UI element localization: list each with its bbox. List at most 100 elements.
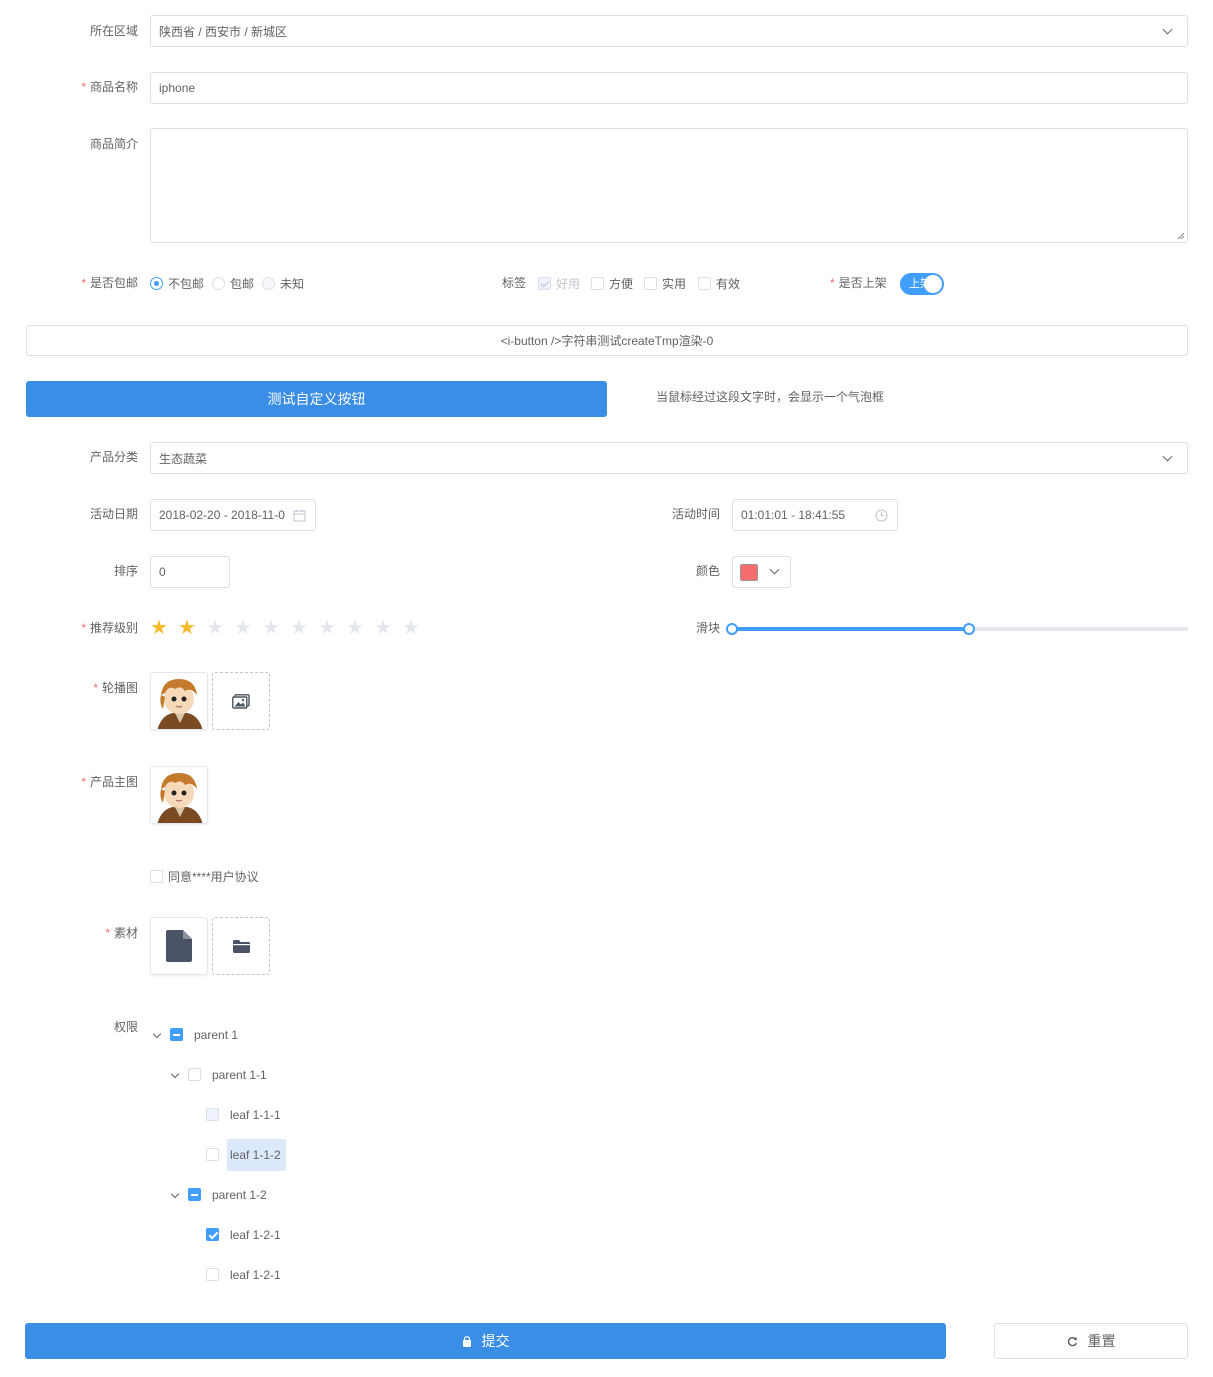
reset-button[interactable]: 重置 bbox=[994, 1323, 1188, 1359]
slider-bar bbox=[732, 627, 970, 631]
tree-expand-icon[interactable] bbox=[170, 1189, 180, 1199]
carousel-label: * 轮播图 bbox=[93, 681, 138, 695]
material-upload-button[interactable] bbox=[212, 917, 270, 975]
chevron-down-icon bbox=[1162, 451, 1173, 462]
tree-checkbox-leaf-1-2-1[interactable] bbox=[206, 1228, 219, 1241]
radio-unknown[interactable] bbox=[262, 277, 275, 290]
rating-label: * 推荐级别 bbox=[81, 621, 138, 635]
rating-star-icon[interactable]: ★ bbox=[150, 618, 168, 638]
category-value: 生态蔬菜 bbox=[159, 451, 208, 466]
resize-handle-icon[interactable] bbox=[1177, 232, 1185, 240]
radio-label: 包邮 bbox=[230, 277, 255, 291]
refresh-icon bbox=[1067, 1336, 1077, 1346]
clock-icon bbox=[875, 509, 888, 522]
main-image-label: * 产品主图 bbox=[81, 775, 138, 789]
render-test-text: <i-button />字符串测试createTmp渲染-0 bbox=[500, 334, 714, 348]
reset-label: 重置 bbox=[1087, 1333, 1116, 1349]
product-name-label: * 商品名称 bbox=[81, 80, 138, 94]
checkbox-label: 方便 bbox=[609, 277, 634, 291]
radio-free-shipping[interactable] bbox=[212, 277, 225, 290]
lock-icon bbox=[462, 1335, 471, 1347]
activity-date-picker[interactable]: 2018-02-20 - 2018-11-0 bbox=[150, 499, 316, 531]
submit-button[interactable]: 提交 bbox=[25, 1323, 946, 1359]
tree-checkbox-leaf-1-2-1-b[interactable] bbox=[206, 1268, 219, 1281]
tree-node-parent-1-2[interactable]: parent 1-2 bbox=[212, 1187, 267, 1203]
switch-knob bbox=[924, 275, 942, 293]
rating-star-icon[interactable]: ★ bbox=[346, 618, 364, 638]
avatar-image bbox=[151, 673, 207, 729]
on-shelf-switch[interactable]: 上架 bbox=[900, 273, 944, 295]
render-test-box: <i-button />字符串测试createTmp渲染-0 bbox=[26, 325, 1188, 356]
slider-track[interactable] bbox=[726, 623, 1188, 635]
checkbox-tag-good[interactable] bbox=[538, 277, 551, 290]
chevron-down-icon bbox=[769, 564, 780, 575]
sort-label: 排序 bbox=[113, 564, 138, 578]
product-desc-textarea[interactable] bbox=[150, 128, 1188, 243]
tree-expand-icon[interactable] bbox=[170, 1069, 180, 1079]
checkbox-tag-convenient[interactable] bbox=[591, 277, 604, 290]
rating-star-icon[interactable]: ★ bbox=[234, 618, 252, 638]
category-select[interactable]: 生态蔬菜 bbox=[150, 442, 1188, 474]
tags-label: 标签 bbox=[502, 276, 527, 290]
sort-value: 0 bbox=[159, 565, 166, 579]
image-icon bbox=[232, 693, 250, 709]
tree-node-parent-1[interactable]: parent 1 bbox=[194, 1027, 238, 1043]
slider-label: 滑块 bbox=[696, 621, 721, 635]
region-label: 所在区域 bbox=[89, 24, 138, 38]
tree-node-leaf-1-1-2[interactable]: leaf 1-1-2 bbox=[230, 1147, 281, 1163]
tree-node-parent-1-1[interactable]: parent 1-1 bbox=[212, 1067, 267, 1083]
carousel-image-thumbnail[interactable] bbox=[150, 672, 208, 730]
checkbox-label: 实用 bbox=[662, 277, 687, 291]
checkbox-tag-practical[interactable] bbox=[644, 277, 657, 290]
on-shelf-label: * 是否上架 bbox=[830, 276, 887, 290]
tree-node-leaf-1-2-1[interactable]: leaf 1-2-1 bbox=[230, 1227, 281, 1243]
tree-node-leaf-1-2-1-b[interactable]: leaf 1-2-1 bbox=[230, 1267, 281, 1283]
activity-time-label: 活动时间 bbox=[672, 507, 721, 521]
checkbox-label: 好用 bbox=[556, 277, 581, 291]
submit-label: 提交 bbox=[481, 1333, 510, 1349]
checkbox-label: 有效 bbox=[716, 277, 741, 291]
material-file-thumbnail[interactable] bbox=[150, 917, 208, 975]
rating-star-icon[interactable]: ★ bbox=[318, 618, 336, 638]
tree-checkbox-parent-1-1[interactable] bbox=[188, 1068, 201, 1081]
tree-expand-icon[interactable] bbox=[152, 1029, 162, 1039]
radio-label: 未知 bbox=[280, 277, 305, 291]
category-label: 产品分类 bbox=[89, 450, 138, 464]
tooltip-trigger-text[interactable]: 当鼠标经过这段文字时，会显示一个气泡框 bbox=[656, 389, 884, 405]
agreement-checkbox[interactable] bbox=[150, 870, 163, 883]
agreement-label: 同意****用户协议 bbox=[168, 870, 259, 884]
product-name-input[interactable]: iphone bbox=[150, 72, 1188, 104]
rating-star-icon[interactable]: ★ bbox=[206, 618, 224, 638]
radio-no-free-shipping[interactable] bbox=[150, 277, 163, 290]
avatar-image bbox=[151, 767, 207, 823]
color-picker[interactable] bbox=[732, 556, 791, 588]
tree-checkbox-leaf-1-1-1[interactable] bbox=[206, 1108, 219, 1121]
rating-star-icon[interactable]: ★ bbox=[262, 618, 280, 638]
rating-star-icon[interactable]: ★ bbox=[402, 618, 420, 638]
activity-time-picker[interactable]: 01:01:01 - 18:41:55 bbox=[732, 499, 898, 531]
file-icon bbox=[166, 930, 192, 962]
custom-button[interactable]: 测试自定义按钮 bbox=[26, 381, 607, 417]
main-image-thumbnail[interactable] bbox=[150, 766, 208, 824]
carousel-upload-button[interactable] bbox=[212, 672, 270, 730]
slider-handle-start[interactable] bbox=[726, 623, 738, 635]
rating-star-icon[interactable]: ★ bbox=[374, 618, 392, 638]
tree-checkbox-leaf-1-1-2[interactable] bbox=[206, 1148, 219, 1161]
checkbox-tag-effective[interactable] bbox=[698, 277, 711, 290]
product-name-value: iphone bbox=[159, 81, 196, 95]
slider-handle-end[interactable] bbox=[963, 623, 976, 635]
product-desc-label: 商品简介 bbox=[89, 137, 138, 151]
sort-input[interactable]: 0 bbox=[150, 556, 230, 588]
shipping-label: * 是否包邮 bbox=[81, 276, 138, 290]
tree-checkbox-parent-1[interactable] bbox=[170, 1028, 183, 1041]
activity-date-label: 活动日期 bbox=[89, 507, 138, 521]
rating-star-icon[interactable]: ★ bbox=[178, 618, 196, 638]
permission-label: 权限 bbox=[113, 1020, 138, 1034]
tree-node-leaf-1-1-1[interactable]: leaf 1-1-1 bbox=[230, 1107, 281, 1123]
tree-checkbox-parent-1-2[interactable] bbox=[188, 1188, 201, 1201]
color-label: 颜色 bbox=[696, 564, 721, 578]
chevron-down-icon bbox=[1162, 24, 1173, 35]
rating-star-icon[interactable]: ★ bbox=[290, 618, 308, 638]
activity-date-value: 2018-02-20 - 2018-11-0 bbox=[159, 508, 285, 522]
region-cascader[interactable]: 陕西省 / 西安市 / 新城区 bbox=[150, 15, 1188, 47]
